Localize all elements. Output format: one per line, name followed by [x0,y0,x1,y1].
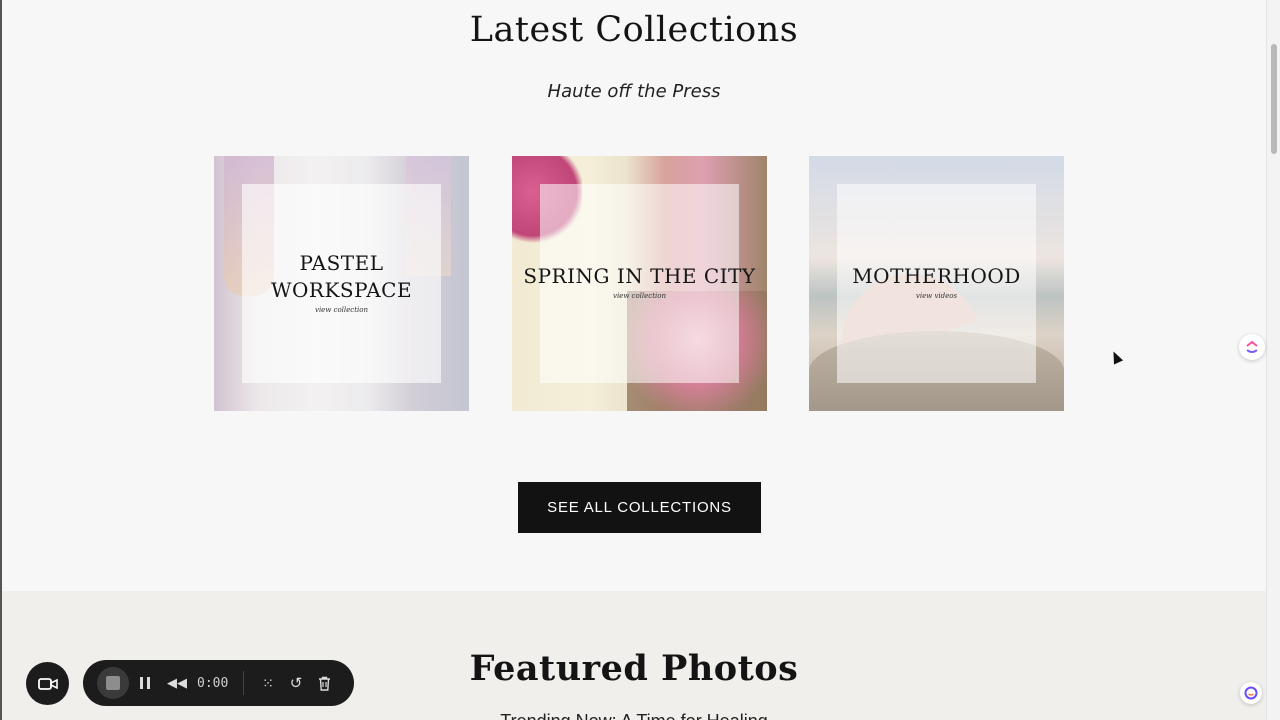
pause-icon[interactable] [129,668,161,698]
rewind-icon[interactable]: ◀◀ [161,668,193,698]
collection-card-pastel-workspace[interactable]: PASTEL WORKSPACE view collection [214,156,469,411]
page-scrollbar[interactable] [1266,0,1280,720]
section-subtitle: Haute off the Press [547,81,721,102]
section-subtitle: Trending Now: A Time for Healing [2,711,1266,720]
stop-icon[interactable] [97,667,129,699]
collection-card-motherhood[interactable]: MOTHERHOOD view videos [809,156,1064,411]
assistant-icon[interactable] [1240,682,1262,704]
collection-title: PASTEL WORKSPACE [270,251,413,302]
collection-title: MOTHERHOOD [852,264,1021,288]
recording-toolbar: ◀◀ 0:00 ⁙ ↺ [83,660,354,706]
view-collection-link[interactable]: view collection [512,292,767,300]
scrollbar-thumb[interactable] [1271,44,1277,154]
toolbar-divider [243,671,244,695]
video-camera-icon[interactable] [26,662,69,705]
restart-icon[interactable]: ↺ [282,668,310,698]
collection-card-spring-in-the-city[interactable]: SPRING IN THE CITY view collection [512,156,767,411]
latest-collections-section: Latest Collections Haute off the Press P… [2,0,1266,591]
view-videos-link[interactable]: view videos [809,292,1064,300]
collection-title: SPRING IN THE CITY [523,264,756,288]
trash-icon[interactable] [310,668,338,698]
clickup-icon[interactable] [1239,334,1265,360]
view-collection-link[interactable]: view collection [214,306,469,314]
see-all-collections-button[interactable]: SEE ALL COLLECTIONS [518,482,761,533]
grid-icon[interactable]: ⁙ [254,668,282,698]
section-title: Latest Collections [469,10,799,50]
recording-timer: 0:00 [197,675,229,691]
